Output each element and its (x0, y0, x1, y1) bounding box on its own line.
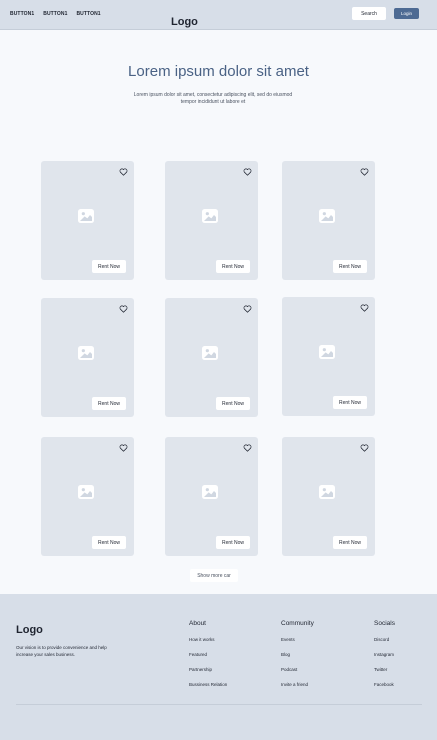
footer-column-title: Socials (374, 620, 395, 627)
image-placeholder-icon (319, 485, 335, 499)
show-more-button[interactable]: Show more car (190, 569, 238, 582)
car-card[interactable]: Rent Now (41, 161, 134, 280)
image-placeholder-icon (319, 209, 335, 223)
footer-link[interactable]: Partnership (189, 666, 227, 681)
footer-column-title: About (189, 620, 206, 627)
rent-now-button[interactable]: Rent Now (216, 260, 250, 273)
heart-icon[interactable] (243, 305, 252, 313)
car-card[interactable]: Rent Now (282, 161, 375, 280)
car-card[interactable]: Rent Now (41, 437, 134, 556)
car-card[interactable]: Rent Now (282, 297, 375, 416)
footer-link[interactable]: Discord (374, 636, 395, 651)
nav-button-3[interactable]: BUTTON1 (76, 11, 100, 17)
footer-link[interactable]: Facebook (374, 681, 395, 696)
car-card[interactable]: Rent Now (165, 161, 258, 280)
rent-now-button[interactable]: Rent Now (92, 260, 126, 273)
footer-column-community: Community Events Blog Podcast Invite a f… (281, 620, 314, 696)
header-logo[interactable]: Logo (171, 16, 198, 28)
header: BUTTON1 BUTTON1 BUTTON1 Logo Search Logi… (0, 0, 437, 30)
rent-now-button[interactable]: Rent Now (333, 260, 367, 273)
footer-link[interactable]: Featured (189, 651, 227, 666)
image-placeholder-icon (202, 346, 218, 360)
footer-link[interactable]: Invite a friend (281, 681, 314, 696)
nav-button-1[interactable]: BUTTON1 (10, 11, 34, 17)
hero-title: Lorem ipsum dolor sit amet (128, 63, 309, 80)
nav-button-2[interactable]: BUTTON1 (43, 11, 67, 17)
car-card[interactable]: Rent Now (282, 437, 375, 556)
footer-logo[interactable]: Logo (16, 624, 43, 636)
car-card[interactable]: Rent Now (165, 298, 258, 417)
footer-link[interactable]: Instagram (374, 651, 395, 666)
search-button[interactable]: Search (352, 7, 386, 20)
footer-link[interactable]: Blog (281, 651, 314, 666)
rent-now-button[interactable]: Rent Now (92, 397, 126, 410)
car-card[interactable]: Rent Now (165, 437, 258, 556)
heart-icon[interactable] (119, 444, 128, 452)
footer: Logo Our vision is to provide convenienc… (0, 594, 437, 740)
footer-link[interactable]: Podcast (281, 666, 314, 681)
hero-subtitle: Lorem ipsum dolor sit amet, consectetur … (133, 92, 293, 105)
heart-icon[interactable] (119, 168, 128, 176)
rent-now-button[interactable]: Rent Now (333, 536, 367, 549)
image-placeholder-icon (202, 209, 218, 223)
footer-vision-text: Our vision is to provide convenience and… (16, 645, 107, 657)
image-placeholder-icon (319, 345, 335, 359)
footer-column-about: About How it works Featured Partnership … (189, 620, 227, 696)
image-placeholder-icon (78, 485, 94, 499)
footer-column-title: Community (281, 620, 314, 627)
footer-divider (16, 704, 422, 705)
footer-link[interactable]: Twitter (374, 666, 395, 681)
footer-link[interactable]: Events (281, 636, 314, 651)
heart-icon[interactable] (360, 444, 369, 452)
heart-icon[interactable] (119, 305, 128, 313)
footer-link[interactable]: Bussiness Relation (189, 681, 227, 696)
footer-column-socials: Socials Discord Instagram Twitter Facebo… (374, 620, 395, 696)
footer-link[interactable]: How it works (189, 636, 227, 651)
heart-icon[interactable] (243, 168, 252, 176)
heart-icon[interactable] (243, 444, 252, 452)
rent-now-button[interactable]: Rent Now (216, 536, 250, 549)
rent-now-button[interactable]: Rent Now (92, 536, 126, 549)
nav: BUTTON1 BUTTON1 BUTTON1 (10, 11, 101, 17)
car-card[interactable]: Rent Now (41, 298, 134, 417)
image-placeholder-icon (78, 209, 94, 223)
image-placeholder-icon (78, 346, 94, 360)
rent-now-button[interactable]: Rent Now (333, 396, 367, 409)
login-button[interactable]: Login (394, 8, 419, 19)
image-placeholder-icon (202, 485, 218, 499)
heart-icon[interactable] (360, 304, 369, 312)
heart-icon[interactable] (360, 168, 369, 176)
rent-now-button[interactable]: Rent Now (216, 397, 250, 410)
